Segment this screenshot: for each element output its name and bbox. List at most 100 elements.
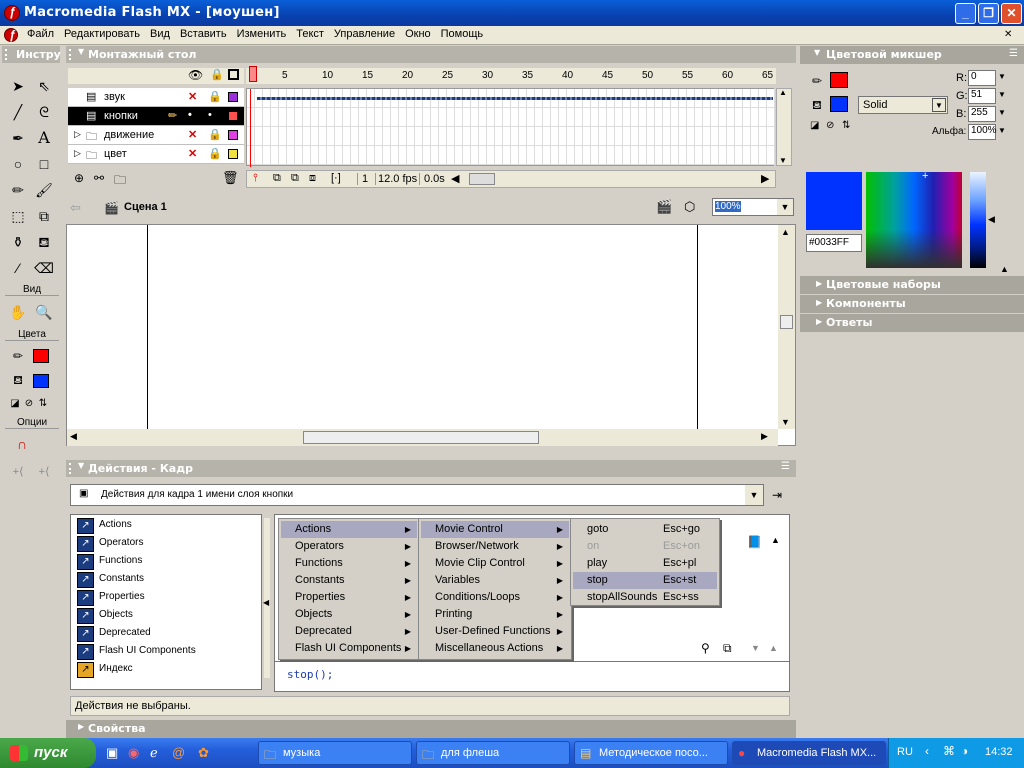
mixer-options-icon[interactable]: ☰ [1009,48,1018,59]
movie-control-option[interactable]: stopAllSounds Esc+ss [573,589,717,606]
default-colors-icon[interactable]: ◪ [8,392,22,416]
lock-toggle[interactable]: 🔒 [208,147,222,160]
layer-color-swatch[interactable] [228,92,238,102]
restore-button[interactable]: ❐ [978,3,999,24]
menu-option[interactable]: Properties ▶ [281,589,417,606]
stroke-color-swatch[interactable] [33,349,49,363]
collapse-up-icon[interactable]: ▲ [1000,264,1009,274]
edit-symbols-icon[interactable]: ⬡ [684,199,695,215]
eye-icon[interactable]: 👁 [188,68,203,82]
menu-item[interactable]: Помощь [436,26,489,42]
edit-multiple-icon[interactable]: ⧈ [309,172,316,185]
back-arrow-icon[interactable]: ⇦ [70,200,81,216]
onion-skin-icon[interactable]: ⧉ [273,172,281,185]
code-editor[interactable]: stop(); [275,661,789,691]
toolbox-category[interactable]: Objects [75,607,133,625]
doc-close-icon[interactable]: ✕ [1004,29,1012,40]
line-tool-icon[interactable]: ╱ [6,100,30,124]
pencil-tool-icon[interactable]: ✏ [6,178,30,202]
toolbox-divider[interactable]: ◀ [263,518,270,678]
layer-row[interactable]: ▤ звук ✕ 🔒 [68,88,244,107]
frame-actions-select[interactable]: ▣ Действия для кадра 1 имени слоя кнопки… [70,484,764,506]
fill-style-select[interactable]: Solid ▼ [858,96,948,114]
minimize-button[interactable]: _ [955,3,976,24]
menu-option[interactable]: Functions ▶ [281,555,417,572]
quicklaunch-icon-5[interactable]: ✿ [198,745,209,761]
menu-option[interactable]: Movie Control ▶ [421,521,569,538]
fill-style-dropdown-icon[interactable]: ▼ [932,98,946,112]
scene-name[interactable]: Сцена 1 [124,201,167,213]
toolbox-category[interactable]: Flash UI Components [75,643,196,661]
toolbox-category[interactable]: Functions [75,553,142,571]
zoom-tool-icon[interactable]: 🔍 [32,300,56,324]
collapsed-panel-header[interactable]: ▶ Компоненты [800,295,1024,313]
taskbar-button[interactable]: 🗀 для флеша [416,741,570,765]
menu-item[interactable]: Вставить [175,26,232,42]
eyedropper-tool-icon[interactable]: ⁄ [6,256,30,280]
lock-toggle[interactable]: 🔒 [208,128,222,141]
toolbox-category[interactable]: Actions [75,517,132,535]
alpha-input[interactable]: 100% [968,124,997,140]
toolbox-category[interactable]: Deprecated [75,625,151,643]
taskbar-button[interactable]: ▤ Методическое посо... [574,741,728,765]
r-input[interactable]: 0 [968,70,996,86]
menu-option[interactable]: Flash UI Components ▶ [281,640,417,657]
pin-script-icon[interactable]: ⇥ [772,488,782,502]
no-color-icon[interactable]: ⊘ [826,120,834,131]
visibility-toggle[interactable]: ✕ [188,128,197,141]
quicklaunch-icon-2[interactable]: ◉ [128,745,139,761]
hex-input[interactable]: #0033FF [806,234,862,252]
frame-row-sound[interactable] [247,89,775,108]
menu-option[interactable]: Conditions/Loops ▶ [421,589,569,606]
timeline-vscroll[interactable]: ▲ ▼ [776,88,792,166]
no-color-icon[interactable]: ⊘ [22,392,36,416]
layer-row[interactable]: ▤ кнопки ✏ • • [68,107,244,126]
frame-row-motion[interactable] [247,127,775,146]
collapse-arrow-icon[interactable]: ▼ [78,47,84,56]
script-options-icon[interactable]: ⧉ [723,641,732,656]
view-options-icon[interactable]: ⚲ [701,641,710,655]
menu-item[interactable]: Изменить [232,26,292,42]
stage-vscroll[interactable]: ▲ ▼ [778,225,795,429]
menu-item[interactable]: Управление [329,26,400,42]
zoom-select[interactable]: 100% ▼ [712,198,794,216]
folder-expand-icon[interactable]: ▷ [74,129,81,140]
quicklaunch-icon-3[interactable]: ℯ [150,745,158,761]
swap-colors-icon[interactable]: ⇅ [36,392,50,416]
scroll-left-icon[interactable]: ◀ [451,172,459,185]
paint-bucket-tool-icon[interactable]: ⛾ [32,230,56,254]
properties-panel-header[interactable]: ▶ Свойства [66,720,796,738]
menu-item[interactable]: Редактировать [59,26,145,42]
delete-layer-icon[interactable]: 🗑 [222,170,239,186]
frames-grid[interactable] [246,88,775,167]
pen-tool-icon[interactable]: ✒ [6,126,30,150]
outline-icon[interactable] [228,69,239,80]
movie-control-option[interactable]: stop Esc+st [573,572,717,589]
frame-ruler[interactable]: 15101520253035404550556065 [246,68,776,84]
actions-toolbox[interactable]: ActionsOperatorsFunctionsConstantsProper… [70,514,262,690]
playhead[interactable] [249,66,257,82]
toolbox-category[interactable]: Индекс [75,661,133,679]
visibility-toggle[interactable]: ✕ [188,147,197,160]
close-button[interactable]: ✕ [1001,3,1022,24]
lock-icon[interactable]: 🔒 [210,68,224,81]
menu-item[interactable]: Текст [291,26,329,42]
toolbox-category[interactable]: Properties [75,589,145,607]
edit-scene-icon[interactable]: 🎬 [656,199,672,215]
onion-outlines-icon[interactable]: ⧉ [291,172,299,185]
menu-option[interactable]: Actions ▶ [281,521,417,538]
b-stepper-icon[interactable]: ▼ [998,108,1006,117]
menu-option[interactable]: Miscellaneous Actions ▶ [421,640,569,657]
g-stepper-icon[interactable]: ▼ [998,90,1006,99]
collapse-arrow-icon[interactable]: ▼ [814,48,820,57]
eraser-tool-icon[interactable]: ⌫ [32,256,56,280]
add-guide-icon[interactable]: ⚯ [94,171,104,185]
menu-option[interactable]: Constants ▶ [281,572,417,589]
fill-transform-tool-icon[interactable]: ⧉ [32,204,56,228]
tray-chevron-icon[interactable]: ‹ [925,744,929,758]
menu-option[interactable]: Printing ▶ [421,606,569,623]
visibility-toggle[interactable]: • [188,109,192,121]
collapse-arrow-icon[interactable]: ▼ [78,461,84,470]
panel-options-icon[interactable]: ☰ [781,461,790,472]
r-stepper-icon[interactable]: ▼ [998,72,1006,81]
